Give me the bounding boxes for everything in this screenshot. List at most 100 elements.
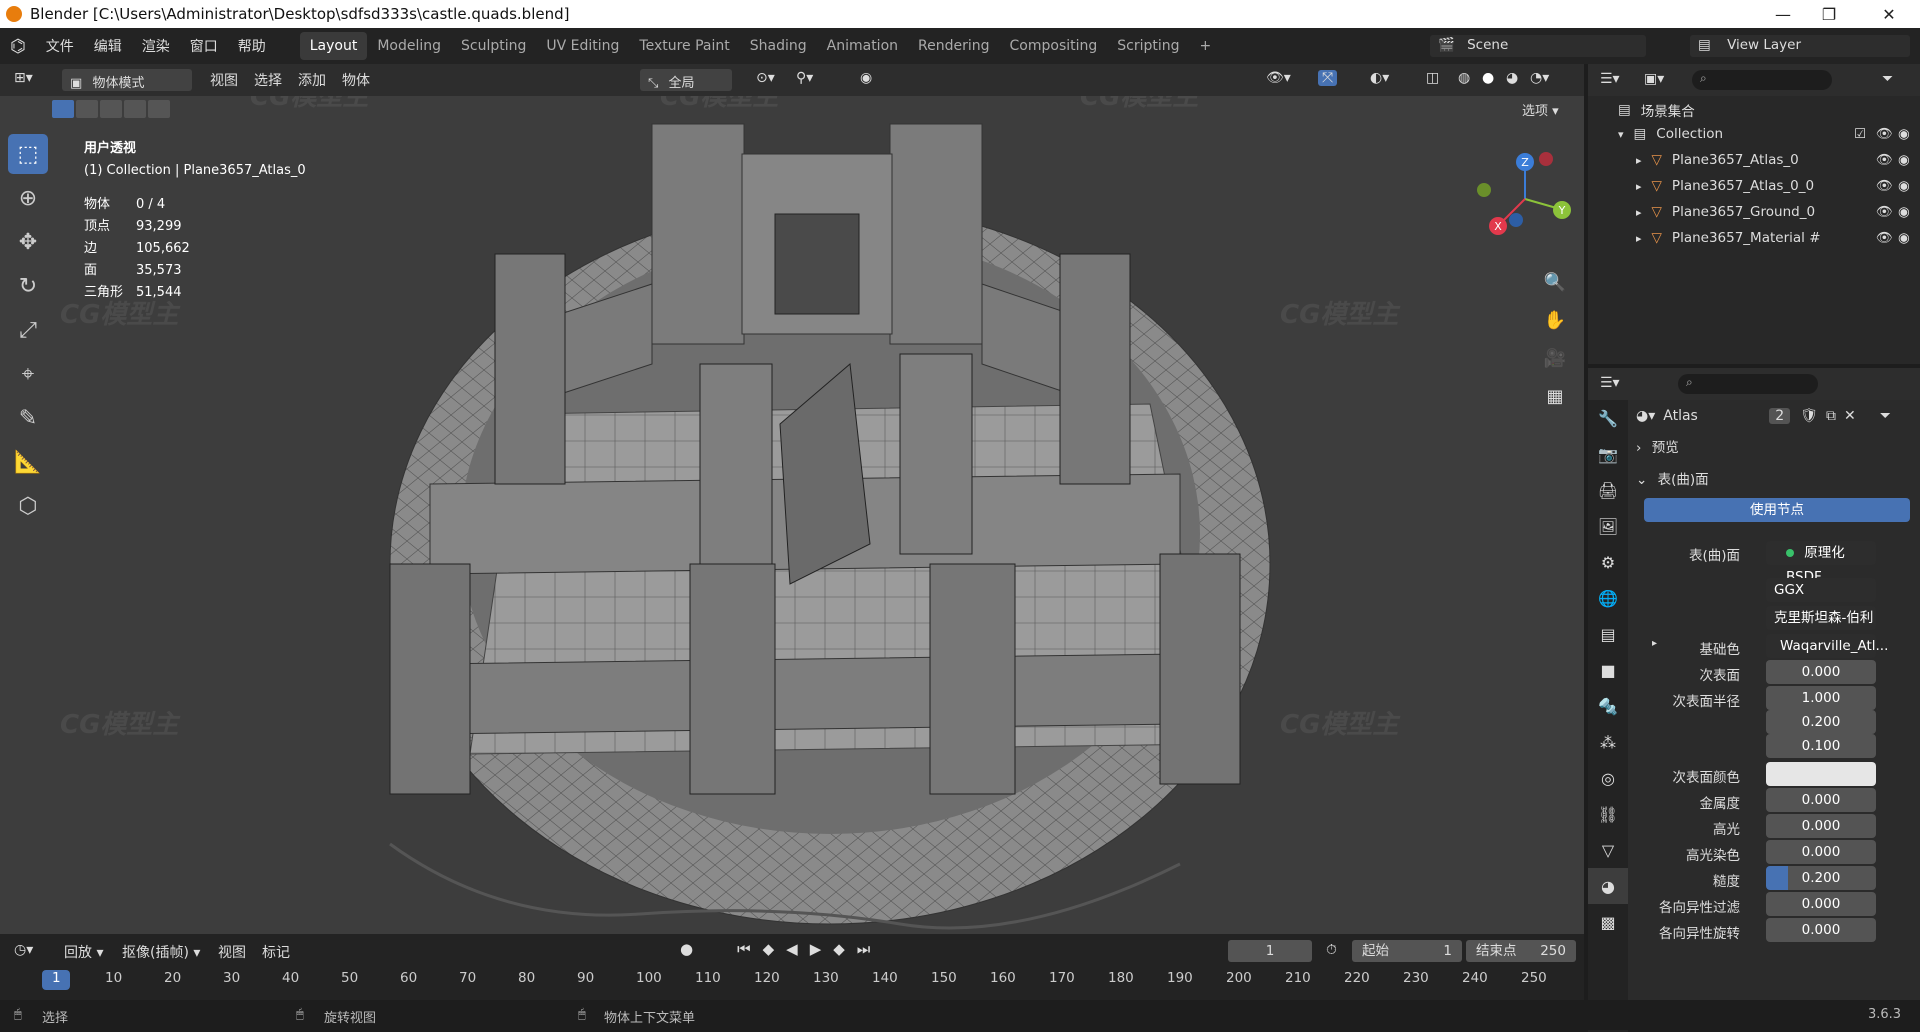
outliner-item[interactable]: ▸ ▽ Plane3657_Ground_0 👁 ◉: [1636, 200, 1920, 224]
filter-icon[interactable]: ⏷: [1880, 408, 1891, 424]
rotate-tool-icon[interactable]: ↻: [8, 266, 48, 306]
transform-tool-icon[interactable]: ⌖: [8, 354, 48, 394]
checkbox-icon[interactable]: ☑: [1854, 126, 1866, 142]
eye-icon[interactable]: 👁: [1876, 178, 1893, 194]
select-box-tool-icon[interactable]: ⬚: [8, 134, 48, 174]
tab-uv-editing[interactable]: UV Editing: [536, 32, 629, 60]
close-button[interactable]: ✕: [1866, 0, 1912, 28]
expand-arrow-icon[interactable]: ▸: [1636, 180, 1642, 193]
subsurface-color-swatch[interactable]: [1766, 762, 1876, 786]
tab-scripting[interactable]: Scripting: [1107, 32, 1189, 60]
outliner-item[interactable]: ▸ ▽ Plane3657_Atlas_0_0 👁 ◉: [1636, 174, 1920, 198]
anisotropic-field[interactable]: 0.000: [1766, 892, 1876, 916]
select-extend-icon[interactable]: [76, 100, 98, 118]
ortho-grid-icon[interactable]: ▦: [1540, 378, 1570, 416]
frame-ruler[interactable]: 1 10 20 30 40 50 60 70 80 90 100 110 120 130 140 150 160…: [0, 968, 1584, 990]
duplicate-icon[interactable]: ⧉: [1826, 408, 1836, 424]
expand-arrow-icon[interactable]: ▾: [1618, 128, 1624, 141]
keying-menu[interactable]: 抠像(插帧) ▾: [122, 942, 200, 962]
menu-view[interactable]: 视图: [210, 70, 238, 90]
end-frame-field[interactable]: 结束点 250: [1466, 940, 1576, 962]
properties-editor-icon[interactable]: ☰▾: [1600, 375, 1620, 391]
clock-icon[interactable]: ⏱: [1326, 942, 1337, 958]
cursor-tool-icon[interactable]: ⊕: [8, 178, 48, 218]
play-icon[interactable]: ▶: [810, 940, 822, 958]
camera-icon[interactable]: ◉: [1898, 126, 1910, 142]
editor-type-icon[interactable]: ⊞▾: [14, 70, 33, 86]
proportional-edit-icon[interactable]: ◉: [860, 70, 872, 86]
menu-add[interactable]: 添加: [298, 70, 326, 90]
move-tool-icon[interactable]: ✥: [8, 222, 48, 262]
preview-panel-header[interactable]: › 预览: [1636, 436, 1679, 456]
expand-arrow-icon[interactable]: ▸: [1636, 206, 1642, 219]
play-reverse-icon[interactable]: ◀: [786, 940, 798, 958]
eye-icon[interactable]: 👁: [1876, 126, 1893, 142]
navigation-gizmo[interactable]: Z Y X: [1470, 144, 1580, 254]
wireframe-shading-icon[interactable]: ◍: [1458, 70, 1470, 86]
minimize-button[interactable]: —: [1760, 0, 1806, 28]
menu-render[interactable]: 渲染: [132, 36, 180, 56]
base-color-field[interactable]: Waqarville_Atl...: [1766, 634, 1888, 658]
material-selector[interactable]: ◕▾ Atlas 2 🛡 ⧉ ✕ ⏷: [1636, 404, 1916, 428]
subsurface-radius-x-field[interactable]: 1.000: [1766, 686, 1876, 710]
select-invert-icon[interactable]: [124, 100, 146, 118]
camera-view-icon[interactable]: 🎥: [1540, 340, 1570, 378]
record-icon[interactable]: ●: [680, 940, 693, 958]
menu-object[interactable]: 物体: [342, 70, 370, 90]
playback-menu[interactable]: 回放 ▾: [64, 942, 103, 962]
select-intersect-icon[interactable]: [148, 100, 170, 118]
next-key-icon[interactable]: ◆: [833, 940, 845, 958]
filter-icon[interactable]: ⏷: [1882, 71, 1893, 87]
eye-icon[interactable]: 👁: [1876, 230, 1893, 246]
eye-icon[interactable]: 👁: [1876, 152, 1893, 168]
gizmo-toggle-icon[interactable]: ⤧: [1318, 70, 1338, 86]
use-nodes-button[interactable]: 使用节点: [1644, 498, 1910, 522]
fake-user-icon[interactable]: 🛡: [1800, 408, 1818, 424]
timeline-editor-icon[interactable]: ◷▾: [14, 942, 33, 958]
menu-help[interactable]: 帮助: [228, 36, 276, 56]
3d-viewport[interactable]: CG模型主 CG模型主 CG模型主 CG模型主 CG模型主 CG模型主 CG模型…: [0, 64, 1584, 934]
specular-field[interactable]: 0.000: [1766, 814, 1876, 838]
tab-shading[interactable]: Shading: [740, 32, 817, 60]
select-subtract-icon[interactable]: [100, 100, 122, 118]
orientation-dropdown[interactable]: ⤡ 全局: [640, 69, 732, 91]
annotate-tool-icon[interactable]: ✎: [8, 398, 48, 438]
marker-menu[interactable]: 标记: [262, 942, 290, 962]
camera-icon[interactable]: ◉: [1898, 152, 1910, 168]
menu-edit[interactable]: 编辑: [84, 36, 132, 56]
scene-collection-row[interactable]: ▤ 场景集合: [1618, 98, 1695, 122]
jump-end-icon[interactable]: ⏭: [857, 940, 871, 958]
select-new-icon[interactable]: [52, 100, 74, 118]
output-tab-icon[interactable]: 🖨: [1588, 472, 1628, 508]
visibility-icon[interactable]: 👁▾: [1266, 70, 1291, 86]
start-frame-field[interactable]: 起始 1: [1352, 940, 1462, 962]
blender-menu-icon[interactable]: ⌬: [0, 36, 36, 57]
jump-start-icon[interactable]: ⏮: [737, 940, 751, 958]
zoom-icon[interactable]: 🔍: [1540, 264, 1570, 302]
outliner-search-input[interactable]: ⌕: [1692, 70, 1832, 90]
add-workspace-button[interactable]: +: [1190, 32, 1222, 60]
xray-icon[interactable]: ◫: [1426, 70, 1439, 86]
options-dropdown[interactable]: 选项 ▾: [1522, 100, 1559, 119]
menu-file[interactable]: 文件: [36, 36, 84, 56]
expand-arrow-icon[interactable]: ▸: [1652, 638, 1657, 649]
camera-icon[interactable]: ◉: [1898, 204, 1910, 220]
camera-icon[interactable]: ◉: [1898, 178, 1910, 194]
outliner-item[interactable]: ▸ ▽ Plane3657_Atlas_0 👁 ◉: [1636, 148, 1920, 172]
surface-panel-header[interactable]: ⌄ 表(曲)面: [1636, 468, 1709, 488]
eye-icon[interactable]: 👁: [1876, 204, 1893, 220]
tab-rendering[interactable]: Rendering: [908, 32, 1000, 60]
specular-tint-field[interactable]: 0.000: [1766, 840, 1876, 864]
tab-compositing[interactable]: Compositing: [1000, 32, 1108, 60]
properties-search-input[interactable]: ⌕: [1678, 374, 1818, 394]
snap-icon[interactable]: ⚲▾: [796, 70, 813, 86]
tool-tab-icon[interactable]: 🔧: [1588, 400, 1628, 436]
view-layer-selector[interactable]: ▤ View Layer: [1690, 35, 1910, 57]
current-frame-field[interactable]: 1: [1228, 940, 1312, 962]
rendered-shading-icon[interactable]: ◔▾: [1530, 70, 1549, 86]
tab-sculpting[interactable]: Sculpting: [451, 32, 536, 60]
subsurface-method-dropdown[interactable]: 克里斯坦森-伯利: [1766, 606, 1876, 630]
overlay-icon[interactable]: ◐▾: [1370, 70, 1389, 86]
mode-dropdown[interactable]: ▣ 物体模式: [62, 69, 192, 91]
maximize-button[interactable]: ❐: [1806, 0, 1852, 28]
